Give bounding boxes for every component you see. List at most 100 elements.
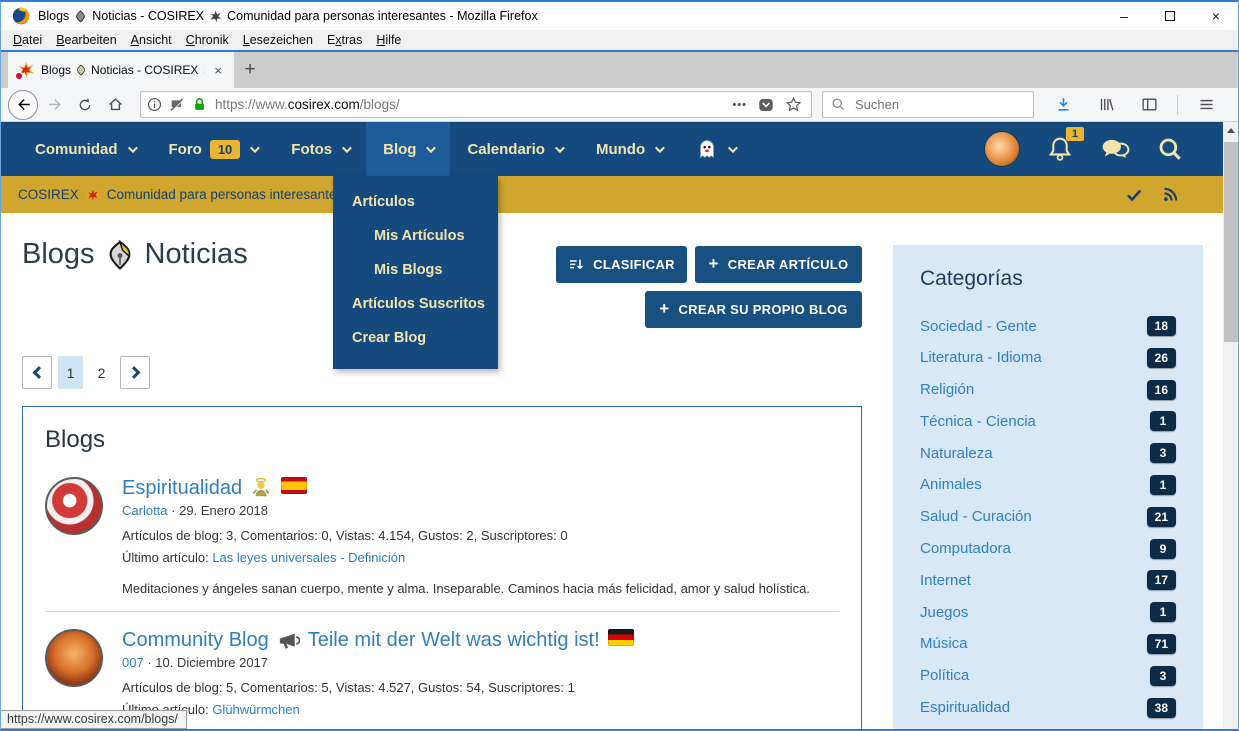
pagination-page-1[interactable]: 1 [58, 356, 83, 389]
scrollbar-thumb[interactable] [1224, 142, 1238, 342]
category-link[interactable]: Literatura - Idioma [920, 349, 1042, 366]
category-link[interactable]: Juegos [920, 604, 968, 621]
blog-author-link[interactable]: Carlotta [122, 503, 168, 518]
menu-hamburger-icon[interactable] [1191, 91, 1221, 119]
page-actions-icon[interactable]: ••• [732, 99, 747, 111]
vertical-scrollbar[interactable] [1223, 122, 1239, 731]
chevron-down-icon [555, 143, 565, 153]
chevron-down-icon [728, 143, 738, 153]
category-link[interactable]: Salud - Curación [920, 508, 1032, 525]
dropdown-item-articulos-suscritos[interactable]: Artículos Suscritos [333, 287, 498, 321]
active-tab[interactable]: Blogs Noticias - COSIREX × [8, 52, 234, 88]
site-search-button[interactable] [1157, 136, 1183, 162]
dropdown-item-mis-blogs[interactable]: Mis Blogs [333, 253, 498, 287]
category-link[interactable]: Sociedad - Gente [920, 318, 1037, 335]
category-item-salud-curacion: Salud - Curación 21 [920, 507, 1176, 527]
crear-su-propio-blog-button[interactable]: + CREAR SU PROPIO BLOG [645, 291, 862, 328]
menubar-item-extras[interactable]: Extras [320, 31, 369, 49]
notification-count-badge: 1 [1066, 127, 1084, 141]
tab-close-icon[interactable]: × [210, 62, 226, 79]
blog-title-link[interactable]: Community Blog [122, 629, 269, 652]
forward-button[interactable] [40, 91, 70, 119]
scroll-up-button[interactable] [1223, 122, 1239, 139]
url-text: https://www.cosirex.com/blogs/ [215, 97, 732, 112]
last-article-link[interactable]: Las leyes universales - Definición [212, 550, 405, 565]
home-button[interactable] [100, 91, 130, 119]
nav-item-blog[interactable]: Blog [366, 122, 450, 176]
blog-dropdown-menu: ArtículosMis ArtículosMis BlogsArtículos… [333, 176, 498, 369]
nav-item-ghost[interactable] [679, 122, 752, 176]
sidebars-icon[interactable] [1134, 91, 1164, 119]
dropdown-item-articulos[interactable]: Artículos [333, 185, 498, 219]
category-link[interactable]: Computadora [920, 540, 1011, 557]
nav-item-mundo[interactable]: Mundo [579, 122, 679, 176]
nav-item-calendario[interactable]: Calendario [450, 122, 579, 176]
blog-description: Meditaciones y ángeles sanan cuerpo, men… [122, 581, 839, 596]
category-link[interactable]: Animales [920, 476, 982, 493]
messages-button[interactable] [1100, 136, 1130, 162]
category-item-religion: Religión 16 [920, 380, 1176, 400]
category-link[interactable]: Música [920, 635, 968, 652]
nav-item-fotos[interactable]: Fotos [274, 122, 366, 176]
minimize-button[interactable]: – [1101, 2, 1147, 30]
pen-icon [74, 10, 87, 23]
category-link[interactable]: Naturaleza [920, 445, 993, 462]
menubar-item-lesezeichen[interactable]: Lesezeichen [236, 31, 320, 49]
last-article-label: Último artículo: [122, 550, 212, 565]
last-article-link[interactable]: Glühwürmchen [212, 702, 299, 717]
category-link[interactable]: Religión [920, 381, 974, 398]
url-bar[interactable]: https://www.cosirex.com/blogs/ ••• [140, 91, 812, 118]
category-count-badge: 18 [1147, 316, 1176, 336]
blog-avatar[interactable] [45, 477, 103, 535]
categories-sidebar: Categorías Sociedad - Gente 18 Literatur… [893, 245, 1203, 731]
https-lock-icon[interactable] [192, 97, 207, 112]
maximize-button[interactable] [1147, 2, 1193, 30]
clasificar-button[interactable]: CLASIFICAR [556, 246, 687, 283]
pagination-prev-button[interactable] [22, 356, 52, 389]
nav-item-comunidad[interactable]: Comunidad [18, 122, 152, 176]
category-item-internet: Internet 17 [920, 570, 1176, 590]
brand-name: COSIREX [18, 187, 79, 202]
rss-icon[interactable] [1162, 186, 1179, 203]
category-link[interactable]: Técnica - Ciencia [920, 413, 1036, 430]
blog-avatar[interactable] [45, 629, 103, 687]
menubar-item-chronik[interactable]: Chronik [179, 31, 236, 49]
dropdown-item-mis-articulos[interactable]: Mis Artículos [333, 219, 498, 253]
category-item-juegos: Juegos 1 [920, 602, 1176, 622]
blog-author-link[interactable]: 007 [122, 655, 144, 670]
category-link[interactable]: Espiritualidad [920, 699, 1010, 716]
library-icon[interactable] [1091, 91, 1121, 119]
search-bar[interactable] [822, 91, 1034, 118]
crear-articulo-button[interactable]: + CREAR ARTÍCULO [695, 246, 862, 283]
category-count-badge: 38 [1147, 698, 1176, 718]
page-info-icon[interactable] [147, 97, 162, 112]
new-tab-button[interactable]: + [234, 52, 266, 88]
menubar-item-hilfe[interactable]: Hilfe [369, 31, 408, 49]
dropdown-item-crear-blog[interactable]: Crear Blog [333, 321, 498, 355]
pagination-next-button[interactable] [120, 356, 150, 389]
menubar-item-datei[interactable]: Datei [6, 31, 49, 49]
menubar-item-ansicht[interactable]: Ansicht [124, 31, 179, 49]
chevron-down-icon [127, 143, 137, 153]
blog-title-link[interactable]: Espiritualidad [122, 477, 242, 500]
user-avatar[interactable] [984, 131, 1020, 167]
blog-title-link[interactable]: Teile mit der Welt was wichtig ist! [308, 629, 600, 652]
downloads-icon[interactable] [1048, 91, 1078, 119]
megaphone-icon [277, 629, 300, 652]
menubar-item-bearbeiten[interactable]: Bearbeiten [49, 31, 123, 49]
content-blocking-icon[interactable] [169, 97, 185, 113]
nav-item-foro[interactable]: Foro 10 [152, 122, 275, 176]
notifications-button[interactable]: 1 [1047, 136, 1073, 162]
pocket-icon[interactable] [758, 97, 774, 113]
back-button[interactable] [8, 90, 38, 120]
pagination-page-2[interactable]: 2 [89, 356, 114, 389]
site-banner: COSIREX Comunidad para personas interesa… [0, 176, 1223, 213]
reload-button[interactable] [70, 91, 100, 119]
search-input[interactable] [853, 96, 1003, 113]
category-link[interactable]: Política [920, 667, 969, 684]
categories-heading: Categorías [920, 267, 1176, 291]
category-link[interactable]: Internet [920, 572, 971, 589]
bookmark-star-icon[interactable] [785, 96, 802, 113]
close-button[interactable]: × [1193, 2, 1239, 30]
mark-read-check-icon[interactable] [1125, 186, 1143, 204]
